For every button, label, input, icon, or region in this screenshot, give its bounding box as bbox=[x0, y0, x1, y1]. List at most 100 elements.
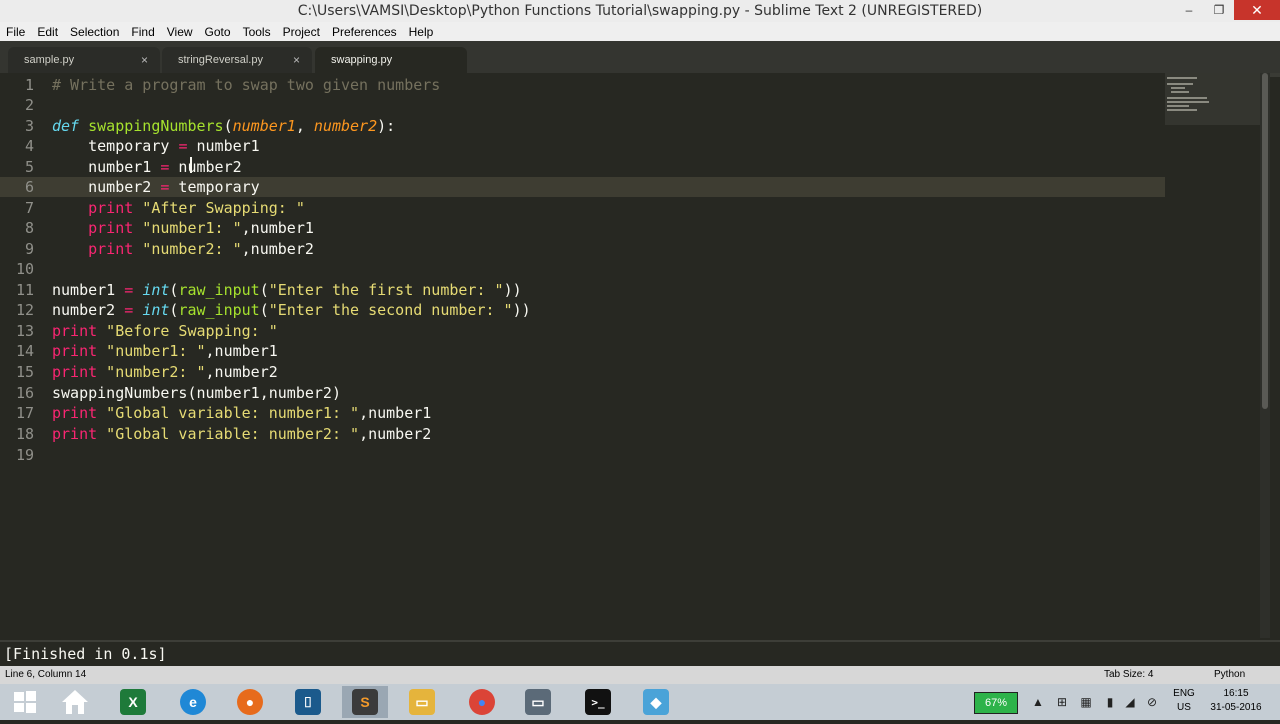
taskbar-app-sublime-text[interactable]: S bbox=[342, 686, 388, 718]
tab-label: swapping.py bbox=[331, 54, 393, 66]
taskbar-app-folder[interactable]: ▭ bbox=[515, 686, 561, 718]
minimap-line bbox=[1171, 87, 1185, 89]
minimap-line bbox=[1167, 109, 1197, 111]
code-text: ,number1 bbox=[205, 342, 278, 360]
tab-label: sample.py bbox=[24, 54, 75, 66]
firefox-icon: ● bbox=[237, 689, 263, 715]
code-text: number2 bbox=[169, 158, 242, 176]
taskbar-app-2[interactable]: ◆ bbox=[633, 686, 679, 718]
tab-sample-py[interactable]: sample.py × bbox=[8, 47, 160, 73]
code-text: number1 bbox=[52, 158, 161, 176]
tab-swapping-py[interactable]: swapping.py bbox=[315, 47, 467, 73]
code-line: # Write a program to swap two given numb… bbox=[52, 75, 440, 95]
code-line: number1 = number2 bbox=[52, 157, 242, 177]
excel-icon: X bbox=[120, 689, 146, 715]
tab-stringreversal-py[interactable]: stringReversal.py × bbox=[162, 47, 312, 73]
minimize-icon[interactable]: – bbox=[1174, 0, 1204, 20]
minimap[interactable] bbox=[1165, 73, 1265, 125]
cursor-position: Line 6, Column 14 bbox=[5, 669, 87, 680]
close-tab-icon[interactable]: × bbox=[141, 53, 148, 67]
string: "Before Swapping: " bbox=[97, 322, 278, 340]
power-icon[interactable]: ▮ bbox=[1102, 694, 1118, 710]
line-number: 5 bbox=[24, 158, 34, 176]
vertical-scrollbar[interactable] bbox=[1260, 73, 1270, 638]
function-name: swappingNumbers bbox=[88, 117, 224, 135]
menu-file[interactable]: File bbox=[0, 25, 31, 39]
string: "Enter the first number: " bbox=[268, 281, 504, 299]
line-number: 3 bbox=[24, 117, 34, 135]
keyword: print bbox=[52, 322, 98, 340]
taskbar-app-command-prompt[interactable]: >_ bbox=[575, 686, 621, 718]
menu-goto[interactable]: Goto bbox=[199, 25, 237, 39]
taskbar-app-file-explorer[interactable]: ▭ bbox=[399, 686, 445, 718]
code-line: temporary = number1 bbox=[52, 136, 260, 156]
tab-bar: sample.py × stringReversal.py × swapping… bbox=[0, 41, 1280, 77]
input-language[interactable]: ENG US bbox=[1170, 688, 1198, 724]
language-label: ENG bbox=[1173, 688, 1195, 699]
string: "Global variable: number1: " bbox=[97, 404, 360, 422]
keyword: print bbox=[52, 342, 98, 360]
menu-selection[interactable]: Selection bbox=[64, 25, 125, 39]
line-number: 8 bbox=[24, 219, 34, 237]
tab-label: stringReversal.py bbox=[178, 54, 263, 66]
battery-indicator[interactable]: 67% bbox=[974, 692, 1018, 714]
close-icon[interactable]: ✕ bbox=[1234, 0, 1280, 20]
menu-preferences[interactable]: Preferences bbox=[326, 25, 403, 39]
minimap-line bbox=[1167, 101, 1209, 103]
taskbar-app-chrome[interactable]: ● bbox=[459, 686, 505, 718]
menu-project[interactable]: Project bbox=[277, 25, 326, 39]
string: "number2: " bbox=[133, 240, 242, 258]
punct: ( bbox=[259, 281, 269, 299]
clock-time: 16:15 bbox=[1223, 688, 1249, 699]
code-text: number1 bbox=[52, 281, 125, 299]
code-editor[interactable]: 1 2 3 4 5 6 7 8 9 10 11 12 13 14 15 16 1… bbox=[0, 73, 1270, 638]
code-text: temporary bbox=[52, 137, 179, 155]
region-label: US bbox=[1177, 702, 1191, 713]
show-hidden-icons-icon[interactable]: ▲ bbox=[1030, 694, 1046, 710]
sublime-text-icon: S bbox=[352, 689, 378, 715]
taskbar-app-excel[interactable]: X bbox=[110, 686, 156, 718]
menu-view[interactable]: View bbox=[161, 25, 199, 39]
line-number: 16 bbox=[15, 384, 34, 402]
clock[interactable]: 16:15 31-05-2016 bbox=[1206, 688, 1266, 724]
menu-tools[interactable]: Tools bbox=[237, 25, 277, 39]
tab-size-setting[interactable]: Tab Size: 4 bbox=[1104, 669, 1153, 680]
line-number: 13 bbox=[15, 322, 34, 340]
network-icon[interactable]: ◢ bbox=[1122, 694, 1138, 710]
menu-help[interactable]: Help bbox=[403, 25, 440, 39]
volume-muted-icon[interactable]: ⊘ bbox=[1144, 694, 1160, 710]
code-text: ,number1 bbox=[359, 404, 432, 422]
taskbar-app-firefox[interactable]: ● bbox=[227, 686, 273, 718]
file-explorer-icon: ▭ bbox=[409, 689, 435, 715]
status-bar: Line 6, Column 14 Tab Size: 4 Python bbox=[0, 666, 1280, 684]
punct: )) bbox=[512, 301, 531, 319]
text-cursor bbox=[190, 157, 192, 173]
taskbar-app-internet-explorer[interactable]: e bbox=[170, 686, 216, 718]
start-button[interactable] bbox=[2, 686, 48, 718]
punct: , bbox=[295, 117, 314, 135]
string: "number1: " bbox=[133, 219, 242, 237]
minimap-line bbox=[1171, 91, 1189, 93]
syntax-setting[interactable]: Python bbox=[1214, 669, 1245, 680]
maximize-icon[interactable]: ❐ bbox=[1204, 0, 1234, 20]
scrollbar-thumb[interactable] bbox=[1262, 73, 1268, 409]
taskbar-app[interactable]: ⌷ bbox=[285, 686, 331, 718]
action-center-icon[interactable]: ⊞ bbox=[1054, 694, 1070, 710]
line-number: 7 bbox=[24, 199, 34, 217]
clock-date: 31-05-2016 bbox=[1210, 702, 1262, 713]
folder-icon: ▭ bbox=[525, 689, 551, 715]
home-icon bbox=[62, 690, 88, 714]
devices-icon[interactable]: ▦ bbox=[1078, 694, 1094, 710]
code-text: ,number2 bbox=[359, 425, 432, 443]
minimap-line bbox=[1167, 77, 1197, 79]
close-tab-icon[interactable]: × bbox=[293, 53, 300, 67]
chrome-icon: ● bbox=[469, 689, 495, 715]
home-button[interactable] bbox=[52, 686, 98, 718]
menu-edit[interactable]: Edit bbox=[31, 25, 64, 39]
windows-logo-icon bbox=[14, 691, 36, 713]
punct: ): bbox=[377, 117, 396, 135]
code-line: print "Before Swapping: " bbox=[52, 321, 278, 341]
menu-find[interactable]: Find bbox=[125, 25, 160, 39]
code-line: print "number2: ",number2 bbox=[52, 239, 314, 259]
